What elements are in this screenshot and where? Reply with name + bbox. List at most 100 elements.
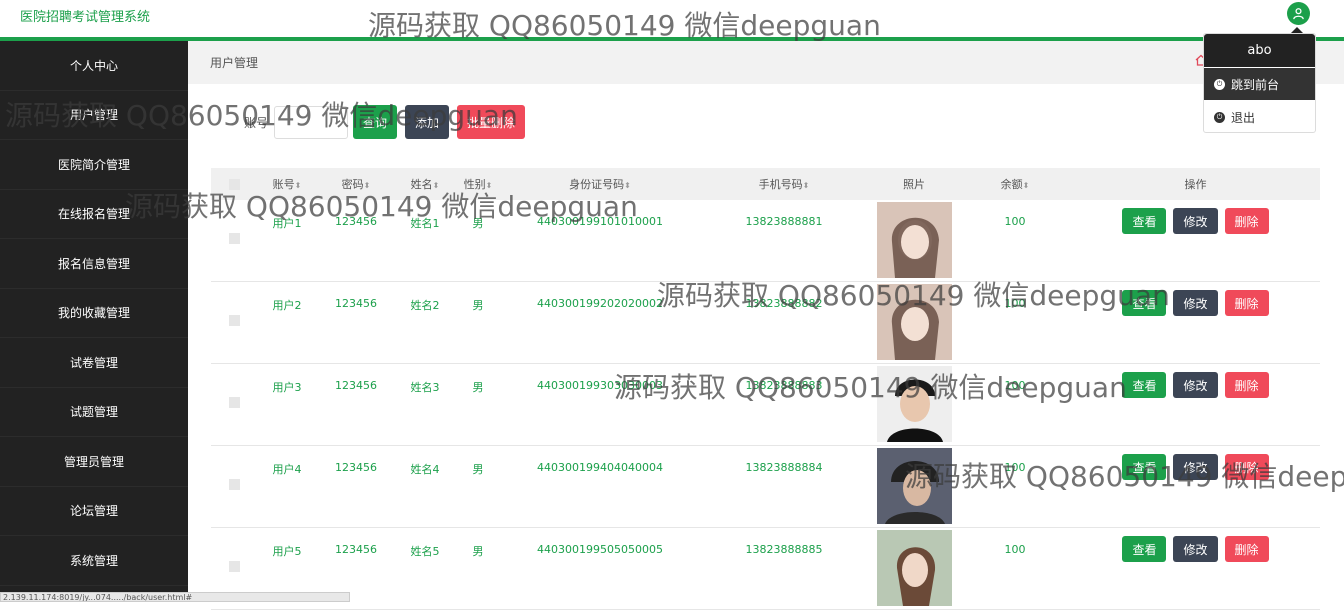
table-header: 账号⬍ 密码⬍ 姓名⬍ 性别⬍ 身份证号码⬍ 手机号码⬍ 照片 余额⬍ 操作: [211, 168, 1320, 200]
cell-id-card: 440300199303030003: [537, 379, 663, 392]
table-row: 用户5 123456 姓名5 男 440300199505050005 1382…: [211, 528, 1320, 610]
logout-menu-item[interactable]: ⏻ 退出: [1204, 101, 1315, 133]
user-table: 账号⬍ 密码⬍ 姓名⬍ 性别⬍ 身份证号码⬍ 手机号码⬍ 照片 余额⬍ 操作 用…: [211, 168, 1320, 610]
cell-phone: 13823888885: [745, 543, 823, 556]
sidebar-item-favorites[interactable]: 我的收藏管理: [0, 289, 188, 338]
view-button[interactable]: 查看: [1122, 454, 1167, 480]
cell-account: 用户5: [272, 545, 302, 558]
breadcrumb: 用户管理: [188, 41, 1344, 84]
top-bar: 医院招聘考试管理系统: [0, 0, 1344, 38]
delete-button[interactable]: 删除: [1224, 454, 1269, 480]
cell-balance: 100: [1004, 215, 1026, 228]
cell-balance: 100: [1004, 543, 1026, 556]
user-photo: [876, 284, 952, 360]
power-icon: ⏻: [1214, 78, 1225, 90]
sidebar-item-admins[interactable]: 管理员管理: [0, 437, 188, 487]
table-row: 用户2 123456 姓名2 男 440300199202020002 1382…: [211, 282, 1320, 364]
cell-name: 姓名3: [410, 381, 440, 394]
cell-id-card: 440300199202020002: [537, 297, 663, 310]
delete-button[interactable]: 删除: [1224, 372, 1269, 398]
cell-name: 姓名2: [410, 299, 440, 312]
column-header-name[interactable]: 姓名⬍: [395, 176, 455, 192]
edit-button[interactable]: 修改: [1173, 208, 1218, 234]
cell-name: 姓名5: [410, 545, 440, 558]
sidebar-item-registration-info[interactable]: 报名信息管理: [0, 239, 188, 289]
query-button[interactable]: 查询: [353, 105, 398, 139]
search-toolbar: 账号 查询 添加 批量删除: [244, 104, 533, 140]
sidebar-item-user-management[interactable]: 用户管理: [0, 91, 188, 140]
column-header-password[interactable]: 密码⬍: [317, 176, 395, 192]
user-photo: [876, 530, 952, 606]
cell-id-card: 440300199505050005: [537, 543, 663, 556]
view-button[interactable]: 查看: [1122, 208, 1167, 234]
cell-balance: 100: [1004, 461, 1026, 474]
cell-password: 123456: [335, 461, 377, 474]
account-search-input[interactable]: [274, 105, 349, 139]
cell-password: 123456: [335, 297, 377, 310]
sidebar-item-system[interactable]: 系统管理: [0, 536, 188, 586]
cell-account: 用户1: [272, 217, 302, 230]
row-checkbox[interactable]: [228, 479, 240, 490]
sidebar-item-online-registration[interactable]: 在线报名管理: [0, 190, 188, 239]
user-avatar-icon[interactable]: [1287, 2, 1310, 25]
cell-gender: 男: [472, 463, 484, 476]
go-to-frontend-menu-item[interactable]: ⏻ 跳到前台: [1204, 68, 1315, 100]
edit-button[interactable]: 修改: [1173, 536, 1218, 562]
edit-button[interactable]: 修改: [1173, 290, 1218, 316]
delete-button[interactable]: 删除: [1224, 290, 1269, 316]
cell-phone: 13823888881: [745, 215, 823, 228]
row-checkbox[interactable]: [228, 315, 240, 326]
delete-button[interactable]: 删除: [1224, 536, 1269, 562]
row-actions: 查看 修改 删除: [1071, 528, 1320, 562]
cell-phone: 13823888884: [745, 461, 823, 474]
cell-phone: 13823888882: [745, 297, 823, 310]
cell-balance: 100: [1004, 379, 1026, 392]
breadcrumb-current: 用户管理: [210, 56, 259, 70]
edit-button[interactable]: 修改: [1173, 372, 1218, 398]
browser-status-url: 2.139.11.174:8019/jy...074...../back/use…: [0, 592, 350, 602]
row-actions: 查看 修改 删除: [1071, 200, 1320, 234]
sidebar-item-personal-center[interactable]: 个人中心: [0, 41, 188, 91]
cell-id-card: 440300199101010001: [537, 215, 663, 228]
table-row: 用户4 123456 姓名4 男 440300199404040004 1382…: [211, 446, 1320, 528]
add-button[interactable]: 添加: [405, 105, 450, 139]
cell-gender: 男: [472, 299, 484, 312]
column-header-phone[interactable]: 手机号码⬍: [699, 176, 869, 192]
table-row: 用户3 123456 姓名3 男 440300199303030003 1382…: [211, 364, 1320, 446]
row-checkbox[interactable]: [228, 561, 240, 572]
select-all-checkbox[interactable]: [228, 178, 240, 190]
view-button[interactable]: 查看: [1122, 372, 1167, 398]
sidebar-item-hospital-intro[interactable]: 医院简介管理: [0, 140, 188, 190]
batch-delete-button[interactable]: 批量删除: [457, 105, 526, 139]
cell-balance: 100: [1004, 297, 1026, 310]
row-checkbox[interactable]: [228, 397, 240, 408]
column-header-balance[interactable]: 余额⬍: [959, 176, 1071, 192]
column-header-gender[interactable]: 性别⬍: [455, 176, 501, 192]
cell-id-card: 440300199404040004: [537, 461, 663, 474]
table-row: 用户1 123456 姓名1 男 440300199101010001 1382…: [211, 200, 1320, 282]
cell-account: 用户2: [272, 299, 302, 312]
power-icon: ⏻: [1214, 111, 1225, 123]
user-photo: [876, 202, 952, 278]
column-header-id-card[interactable]: 身份证号码⬍: [501, 176, 699, 192]
cell-account: 用户3: [272, 381, 302, 394]
user-photo: [876, 448, 952, 524]
row-actions: 查看 修改 删除: [1071, 364, 1320, 398]
sidebar-item-exam-papers[interactable]: 试卷管理: [0, 338, 188, 388]
row-checkbox[interactable]: [228, 233, 240, 244]
delete-button[interactable]: 删除: [1224, 208, 1269, 234]
edit-button[interactable]: 修改: [1173, 454, 1218, 480]
sidebar-item-forum[interactable]: 论坛管理: [0, 487, 188, 536]
sidebar-item-questions[interactable]: 试题管理: [0, 388, 188, 437]
cell-account: 用户4: [272, 463, 302, 476]
view-button[interactable]: 查看: [1122, 536, 1167, 562]
column-header-actions: 操作: [1184, 178, 1207, 191]
column-header-account[interactable]: 账号⬍: [257, 176, 317, 192]
go-to-frontend-label: 跳到前台: [1231, 77, 1280, 92]
view-button[interactable]: 查看: [1122, 290, 1167, 316]
column-header-photo: 照片: [903, 178, 925, 191]
cell-gender: 男: [472, 545, 484, 558]
cell-password: 123456: [335, 215, 377, 228]
cell-password: 123456: [335, 543, 377, 556]
cell-password: 123456: [335, 379, 377, 392]
